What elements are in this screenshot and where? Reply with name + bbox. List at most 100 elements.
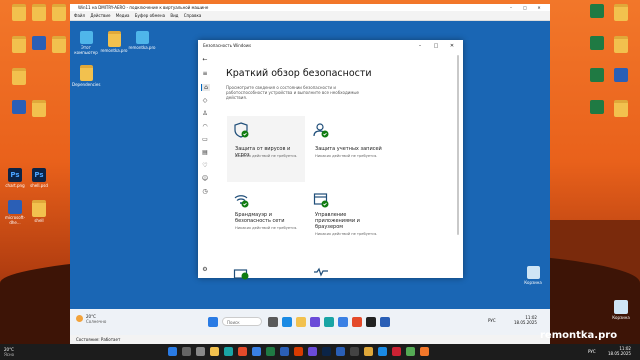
host-clock[interactable]: 11:02 18.05.2025 (608, 346, 631, 356)
host-lang[interactable]: РУС (588, 349, 596, 354)
start-icon[interactable] (168, 347, 177, 356)
excel-icon (590, 36, 604, 50)
card-virus-protection[interactable]: Защита от вирусов и угроз Никаких действ… (227, 116, 305, 182)
recycle-bin-icon (614, 300, 628, 314)
desktop-icon[interactable] (4, 36, 34, 54)
desktop-icon[interactable]: Ps shell.psd (24, 168, 54, 188)
device-security-icon[interactable]: ▤ (201, 149, 209, 156)
scrollbar[interactable] (457, 55, 459, 235)
settings-gear-icon[interactable]: ⚙ (201, 266, 209, 273)
excel-icon (590, 4, 604, 18)
desktop-icon[interactable] (606, 4, 636, 22)
terminal-icon[interactable] (350, 347, 359, 356)
app-browser-icon[interactable]: ▭ (201, 136, 209, 143)
minimize-icon[interactable]: – (412, 40, 428, 52)
app-icon[interactable] (252, 347, 261, 356)
folder-icon (79, 65, 93, 81)
desktop-icon[interactable] (4, 68, 34, 86)
vm-desktop-icon[interactable]: Этот компьютер (72, 31, 100, 55)
excel-icon (590, 68, 604, 82)
wifi-check-icon (234, 195, 249, 208)
menu-action[interactable]: Действие (90, 13, 110, 18)
word-icon[interactable] (280, 347, 289, 356)
start-icon[interactable] (208, 317, 218, 327)
vm-titlebar: Win11 на DMITRY-AERO - подключение к вир… (70, 4, 550, 11)
terminal-icon[interactable] (366, 317, 376, 327)
task-view-icon[interactable] (268, 317, 278, 327)
menu-file[interactable]: Файл (74, 13, 85, 18)
card-firewall[interactable]: Брандмауэр и безопасность сети Никаких д… (227, 186, 305, 252)
photoshop-icon[interactable] (322, 347, 331, 356)
history-icon[interactable]: ◷ (201, 188, 209, 195)
host-weather[interactable]: 20°C Ясно (4, 347, 14, 357)
app-icon[interactable] (294, 347, 303, 356)
folder-icon (52, 36, 66, 53)
folder-icon (32, 200, 46, 217)
app-browser-check-icon (313, 193, 329, 208)
search-icon[interactable] (182, 347, 191, 356)
menu-clipboard[interactable]: Буфер обмена (135, 13, 165, 18)
lang-indicator[interactable]: РУС (488, 318, 496, 323)
app-icon[interactable] (238, 347, 247, 356)
vm-desktop-icon[interactable]: remontka.pro (128, 31, 156, 50)
edge-icon[interactable] (224, 347, 233, 356)
close-icon[interactable]: ✕ (444, 40, 460, 52)
card-device-performance[interactable] (307, 258, 385, 278)
office-icon[interactable] (352, 317, 362, 327)
menu-media[interactable]: Медиа (116, 13, 130, 18)
desktop-icon[interactable]: Корзина (606, 300, 636, 320)
network-icon[interactable]: ◠ (201, 123, 209, 130)
account-icon[interactable]: ♙ (201, 110, 209, 117)
vm-desktop-icon[interactable]: remontka.pro (100, 31, 128, 53)
back-icon[interactable]: ← (201, 56, 209, 63)
performance-icon[interactable]: ♡ (201, 162, 209, 169)
close-icon[interactable]: ✕ (532, 4, 546, 11)
vm-desktop-icon[interactable]: Dependencies (72, 65, 100, 87)
card-title: Защита учетных записей (315, 146, 382, 152)
maximize-icon[interactable]: □ (518, 4, 532, 11)
menu-help[interactable]: Справка (184, 13, 202, 18)
minimize-icon[interactable]: – (504, 4, 518, 11)
recycle-bin-icon (526, 266, 540, 279)
hamburger-icon[interactable]: ≡ (201, 70, 209, 77)
app-icon[interactable] (406, 347, 415, 356)
app-icon[interactable] (378, 347, 387, 356)
excel-icon[interactable] (266, 347, 275, 356)
shield-icon[interactable]: ◇ (201, 97, 209, 104)
maximize-icon[interactable]: □ (428, 40, 444, 52)
security-content: Краткий обзор безопасности Просмотрите с… (226, 68, 456, 100)
card-app-browser[interactable]: Управление приложениями и браузером Ника… (307, 186, 385, 252)
desktop-icon[interactable] (606, 36, 636, 54)
task-view-icon[interactable] (196, 347, 205, 356)
desktop-icon[interactable] (24, 100, 54, 118)
folder-icon (12, 36, 26, 53)
card-device-security[interactable] (227, 258, 305, 280)
app-icon[interactable] (308, 347, 317, 356)
vm-desktop-icon[interactable]: Корзина (519, 266, 547, 285)
folder-icon (12, 68, 26, 85)
vm-taskbar: 20°C Солнечно Поиск РУС 11:02 18.05.2025 (70, 309, 550, 335)
edge-icon[interactable] (324, 317, 334, 327)
store-icon[interactable] (338, 317, 348, 327)
home-icon[interactable]: ⌂ (201, 84, 210, 91)
card-status: Никаких действий не требуется. (315, 232, 378, 236)
app-icon[interactable] (364, 347, 373, 356)
search-input[interactable]: Поиск (222, 317, 262, 326)
explorer-icon[interactable] (296, 317, 306, 327)
menu-view[interactable]: Вид (170, 13, 178, 18)
teams-icon[interactable] (310, 317, 320, 327)
vm-clock[interactable]: 11:02 18.05.2025 (514, 315, 537, 325)
vm-icon[interactable] (336, 347, 345, 356)
security-icon[interactable] (380, 317, 390, 327)
vm-weather[interactable]: 20°C Солнечно (86, 314, 106, 324)
family-icon[interactable]: ☺ (201, 175, 209, 182)
desktop-icon[interactable] (606, 100, 636, 118)
card-account-protection[interactable]: Защита учетных записей Никаких действий … (307, 116, 385, 182)
widgets-icon[interactable] (282, 317, 292, 327)
explorer-icon[interactable] (210, 347, 219, 356)
desktop-icon[interactable] (606, 68, 636, 83)
app-icon[interactable] (420, 347, 429, 356)
shield-check-icon (234, 122, 249, 138)
app-icon[interactable] (392, 347, 401, 356)
desktop-icon[interactable]: shell (24, 200, 54, 223)
